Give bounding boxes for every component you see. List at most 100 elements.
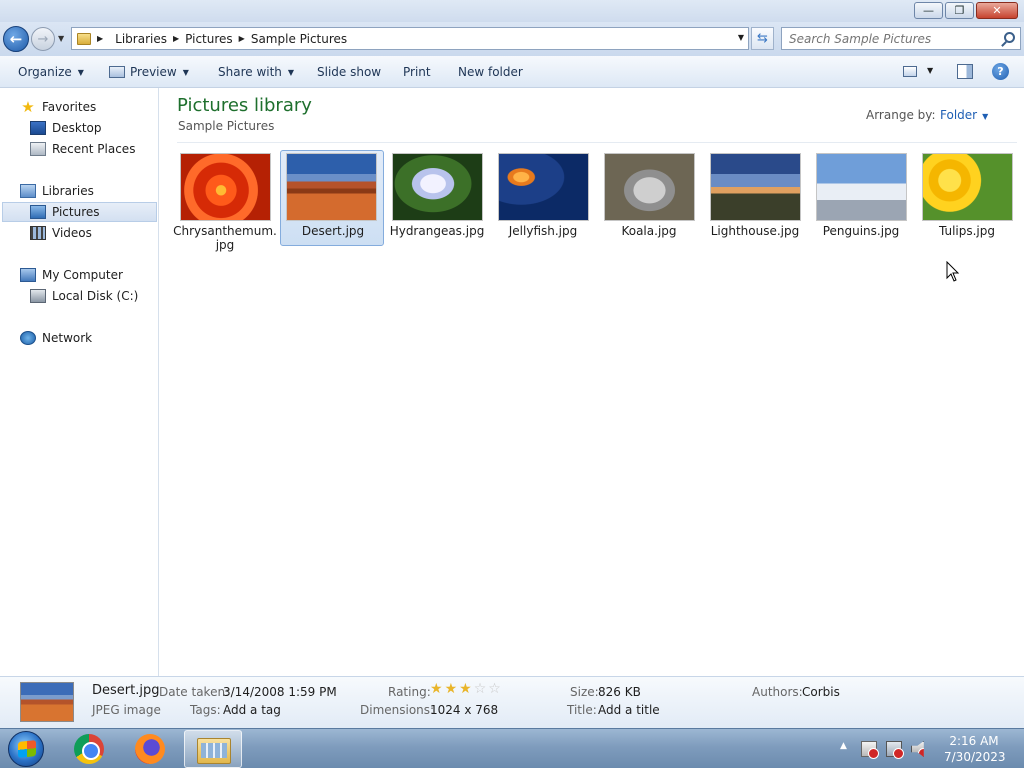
restore-button[interactable]: ❐: [945, 2, 974, 19]
network-icon: [20, 331, 36, 345]
recent-places-icon: [30, 142, 46, 156]
system-tray: ▲: [840, 729, 936, 768]
forward-button[interactable]: →: [31, 27, 55, 51]
search-input[interactable]: [782, 28, 992, 49]
header-divider: [177, 142, 1017, 143]
thumbnail-chrysanthemum: [180, 153, 271, 221]
taskbar: ▲ 2:16 AM 7/30/2023: [0, 728, 1024, 768]
file-item-penguins[interactable]: Penguins.jpg: [809, 150, 913, 246]
rating-stars[interactable]: ★ ★ ★ ☆ ☆: [430, 682, 503, 696]
view-options-dropdown-icon[interactable]: ▼: [927, 66, 933, 75]
file-name: Hydrangeas.jpg: [389, 224, 485, 238]
start-button[interactable]: [8, 731, 44, 767]
rating-star-icon[interactable]: ☆: [474, 682, 487, 696]
volume-muted-icon[interactable]: [911, 741, 924, 757]
nav-libraries[interactable]: Libraries: [20, 181, 94, 201]
thumbnail-penguins: [816, 153, 907, 221]
file-item-lighthouse[interactable]: Lighthouse.jpg: [703, 150, 807, 246]
nav-pictures[interactable]: Pictures: [2, 202, 157, 222]
nav-network[interactable]: Network: [20, 328, 92, 348]
thumbnail-tulips: [922, 153, 1013, 221]
file-item-desert[interactable]: Desert.jpg: [280, 150, 384, 246]
nav-videos[interactable]: Videos: [30, 223, 92, 243]
chevron-down-icon: ▼: [982, 112, 989, 121]
thumbnail-jellyfish: [498, 153, 589, 221]
breadcrumb-sample-pictures[interactable]: ▶ Sample Pictures: [239, 32, 347, 46]
clock-time: 2:16 AM: [949, 734, 999, 748]
show-hidden-icons-icon[interactable]: ▲: [840, 741, 852, 757]
search-box[interactable]: [781, 27, 1021, 50]
thumbnail-hydrangeas: [392, 153, 483, 221]
search-icon[interactable]: [1004, 32, 1015, 43]
file-item-chrysanthemum[interactable]: Chrysanthemum. jpg: [173, 150, 277, 252]
minimize-button[interactable]: —: [914, 2, 943, 19]
taskbar-explorer[interactable]: [184, 730, 242, 768]
network-status-icon[interactable]: [886, 741, 904, 759]
nav-my-computer[interactable]: My Computer: [20, 265, 123, 285]
pictures-icon: [30, 205, 46, 219]
slide-show-button[interactable]: Slide show: [317, 56, 381, 88]
breadcrumb-pictures[interactable]: ▶ Pictures: [173, 32, 233, 46]
arrange-by-label: Arrange by:: [866, 108, 936, 122]
new-folder-button[interactable]: New folder: [458, 56, 523, 88]
clock[interactable]: 2:16 AM 7/30/2023: [944, 733, 1006, 765]
date-taken-value: 3/14/2008 1:59 PM: [223, 685, 337, 699]
tags-field[interactable]: Add a tag: [223, 703, 281, 717]
preview-button[interactable]: Preview ▼: [109, 56, 189, 88]
chevron-right-icon: ▶: [97, 34, 104, 43]
minimize-icon: —: [923, 4, 934, 17]
nav-recent-places[interactable]: Recent Places: [30, 139, 135, 159]
action-center-icon[interactable]: [861, 741, 879, 759]
address-bar[interactable]: ▶ Libraries ▶ Pictures ▶ Sample Pictures ▼: [71, 27, 749, 50]
rating-star-icon[interactable]: ★: [459, 682, 472, 696]
organize-button[interactable]: Organize ▼: [18, 56, 84, 88]
clock-date: 7/30/2023: [944, 750, 1006, 764]
title-label: Title:: [567, 703, 597, 717]
file-item-tulips[interactable]: Tulips.jpg: [915, 150, 1019, 246]
chrome-icon: [74, 734, 104, 764]
hard-disk-icon: [30, 289, 46, 303]
preview-icon: [109, 66, 125, 78]
refresh-icon: ⇆: [757, 31, 768, 46]
nav-local-disk[interactable]: Local Disk (C:): [30, 286, 138, 306]
title-field[interactable]: Add a title: [598, 703, 660, 717]
selected-file-thumbnail: [20, 682, 74, 722]
file-name: Penguins.jpg: [822, 224, 900, 238]
help-icon[interactable]: ?: [992, 63, 1009, 80]
file-item-jellyfish[interactable]: Jellyfish.jpg: [491, 150, 595, 246]
arrange-by-dropdown[interactable]: Folder ▼: [940, 108, 988, 122]
mouse-pointer-icon: [946, 260, 960, 283]
close-button[interactable]: ✕: [976, 2, 1018, 19]
rating-star-icon[interactable]: ☆: [488, 682, 501, 696]
file-item-hydrangeas[interactable]: Hydrangeas.jpg: [385, 150, 489, 246]
preview-pane-icon[interactable]: [957, 64, 973, 79]
file-item-koala[interactable]: Koala.jpg: [597, 150, 701, 246]
nav-desktop[interactable]: Desktop: [30, 118, 102, 138]
thumbnail-lighthouse: [710, 153, 801, 221]
breadcrumb-libraries[interactable]: Libraries: [115, 32, 167, 46]
print-button[interactable]: Print: [403, 56, 431, 88]
address-dropdown-icon[interactable]: ▼: [738, 33, 744, 42]
change-view-icon[interactable]: [903, 66, 917, 77]
size-label: Size:: [570, 685, 599, 699]
back-arrow-icon: ←: [9, 30, 23, 48]
taskbar-chrome[interactable]: [60, 730, 118, 768]
taskbar-firefox[interactable]: [121, 730, 179, 768]
forward-arrow-icon: →: [37, 31, 49, 47]
navigation-pane: ★ Favorites Desktop Recent Places Librari…: [0, 88, 159, 676]
file-name: Koala.jpg: [621, 224, 677, 238]
share-with-button[interactable]: Share with ▼: [218, 56, 294, 88]
windows-logo-icon: [18, 740, 36, 758]
authors-label: Authors:: [752, 685, 803, 699]
back-button[interactable]: ←: [3, 26, 29, 52]
recent-pages-dropdown-icon[interactable]: ▼: [58, 34, 64, 43]
breadcrumb-root[interactable]: ▶: [97, 34, 109, 43]
refresh-button[interactable]: ⇆: [751, 27, 774, 50]
library-title: Pictures library: [177, 95, 312, 116]
authors-value[interactable]: Corbis: [802, 685, 840, 699]
rating-label: Rating:: [388, 685, 431, 699]
nav-favorites[interactable]: ★ Favorites: [20, 97, 96, 117]
rating-star-icon[interactable]: ★: [445, 682, 458, 696]
rating-star-icon[interactable]: ★: [430, 682, 443, 696]
thumbnail-desert: [286, 153, 377, 221]
